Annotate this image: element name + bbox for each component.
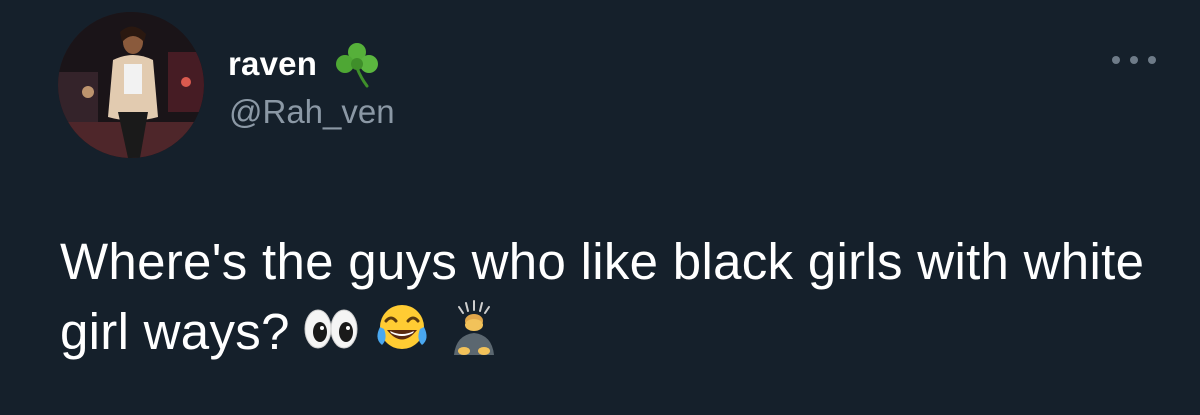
- tweet-card: raven @Rah_ven Where's the guys who like…: [0, 0, 1200, 415]
- more-dot-icon: [1130, 56, 1138, 64]
- more-options-button[interactable]: [1112, 50, 1156, 70]
- more-dot-icon: [1112, 56, 1120, 64]
- eyes-icon: [304, 309, 358, 349]
- face-with-tears-of-joy-icon: [377, 305, 427, 349]
- tweet-text: Where's the guys who like black girls wi…: [60, 233, 1145, 360]
- tweet-emojis: [300, 299, 504, 359]
- more-dot-icon: [1148, 56, 1156, 64]
- shamrock-icon: [336, 43, 379, 88]
- tweet-body: Where's the guys who like black girls wi…: [60, 227, 1180, 367]
- person-bowing-icon: [453, 300, 494, 355]
- author-name-row: raven: [228, 38, 383, 90]
- avatar-photo: [58, 12, 204, 158]
- display-name[interactable]: raven: [228, 45, 317, 83]
- user-handle[interactable]: @Rah_ven: [229, 93, 395, 131]
- avatar[interactable]: [58, 12, 204, 158]
